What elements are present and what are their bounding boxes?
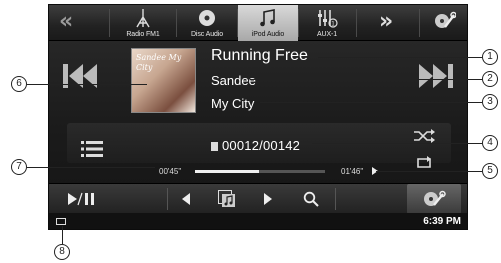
elapsed-time: 00'45" [159, 167, 182, 176]
search-button[interactable] [293, 184, 329, 214]
callout-4: 4 [482, 135, 498, 151]
callout-5: 5 [482, 163, 498, 179]
list-icon[interactable] [81, 140, 103, 158]
album-name: My City [211, 96, 255, 111]
shuffle-icon[interactable] [413, 129, 435, 143]
play-pause-button[interactable] [57, 184, 105, 214]
right-arrow-icon [264, 193, 272, 205]
fast-forward-button[interactable] [251, 184, 285, 214]
disc-icon [177, 8, 237, 28]
disc-wrench-icon [421, 11, 467, 31]
callout-7: 7 [11, 159, 27, 175]
head-unit-screen: « Radio FM1 Disc Audio iPod Audio 1 AUX-… [48, 4, 468, 230]
callout-line [27, 167, 155, 168]
svg-text:1: 1 [331, 21, 335, 28]
file-icon [211, 142, 218, 151]
progress-bar[interactable] [195, 170, 325, 173]
divider [356, 9, 357, 37]
source-radio-button[interactable]: Radio FM1 [111, 5, 175, 41]
callout-line [318, 57, 482, 58]
play-pause-icon [68, 192, 94, 206]
callout-line [312, 143, 482, 144]
callout-line [376, 171, 482, 172]
source-bar: « Radio FM1 Disc Audio iPod Audio 1 AUX-… [49, 5, 467, 41]
source-aux-button[interactable]: 1 AUX-1 [299, 5, 355, 41]
next-track-button[interactable] [413, 61, 457, 91]
scroll-left-icon[interactable]: « [59, 11, 73, 33]
music-library-button[interactable] [207, 184, 247, 214]
mixer-icon: 1 [299, 8, 355, 28]
callout-6: 6 [11, 76, 27, 92]
track-title: Running Free [211, 47, 308, 64]
source-label: Radio FM1 [126, 31, 160, 38]
scroll-right-icon[interactable]: » [379, 11, 393, 33]
music-folder-icon [218, 190, 235, 207]
control-bar [49, 183, 467, 214]
device-icon [56, 218, 66, 225]
remaining-time: 01'46" [341, 167, 364, 176]
left-arrow-icon [182, 193, 190, 205]
callout-8: 8 [54, 244, 70, 260]
callout-line [62, 226, 63, 244]
callout-line [250, 79, 482, 80]
progress-fill [195, 170, 259, 173]
divider [419, 9, 420, 37]
divider [109, 9, 110, 37]
album-art-text: Sandee My City [136, 53, 182, 72]
divider [167, 188, 168, 210]
search-icon [303, 191, 319, 207]
antenna-icon [111, 8, 175, 28]
source-label: Disc Audio [190, 31, 224, 38]
callout-1: 1 [482, 49, 498, 65]
track-counter: 00012/00142 [222, 138, 301, 153]
source-ipod-button[interactable]: iPod Audio [238, 5, 298, 41]
source-disc-button[interactable]: Disc Audio [177, 5, 237, 41]
source-label: iPod Audio [251, 31, 285, 38]
audio-setup-button[interactable] [407, 184, 461, 214]
callout-line [260, 102, 482, 103]
divider [335, 188, 336, 210]
album-art: Sandee My City [131, 48, 196, 113]
callout-line [27, 84, 147, 85]
callout-2: 2 [482, 71, 498, 87]
status-bar: 6:39 PM [49, 213, 467, 229]
disc-wrench-icon [424, 190, 446, 206]
previous-track-button[interactable] [59, 61, 103, 91]
callout-3: 3 [482, 94, 498, 110]
artist-name: Sandee [211, 73, 256, 88]
settings-button[interactable] [421, 5, 467, 41]
repeat-icon[interactable] [415, 156, 433, 170]
source-label: AUX-1 [316, 31, 338, 38]
clock: 6:39 PM [423, 216, 461, 227]
rewind-button[interactable] [169, 184, 203, 214]
music-note-icon [238, 8, 298, 28]
